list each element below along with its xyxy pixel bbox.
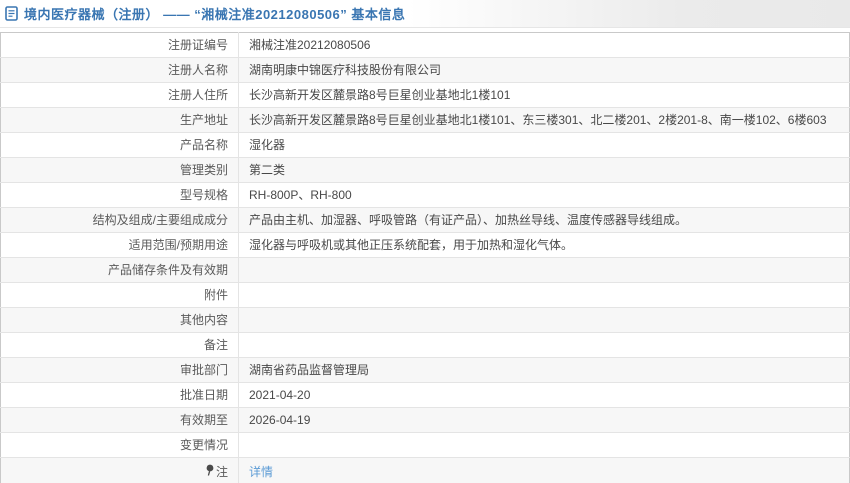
table-row: 注册人住所 长沙高新开发区麓景路8号巨星创业基地北1楼101 <box>0 82 850 108</box>
row-value <box>239 308 850 333</box>
table-row: 有效期至 2026-04-19 <box>0 407 850 433</box>
row-label: 有效期至 <box>0 407 239 433</box>
row-label: 生产地址 <box>0 107 239 133</box>
row-value: 详情 <box>239 458 850 483</box>
row-label: 其他内容 <box>0 307 239 333</box>
row-label: 变更情况 <box>0 432 239 458</box>
row-label: 产品名称 <box>0 132 239 158</box>
pin-icon <box>205 464 214 479</box>
row-value <box>239 258 850 283</box>
row-label: 产品储存条件及有效期 <box>0 257 239 283</box>
row-value: 湿化器 <box>249 138 286 152</box>
table-row: 适用范围/预期用途 湿化器与呼吸机或其他正压系统配套，用于加热和湿化气体。 <box>0 232 850 258</box>
row-value: 2021-04-20 <box>249 388 311 402</box>
row-value: 长沙高新开发区麓景路8号巨星创业基地北1楼101、东三楼301、北二楼201、2… <box>249 113 827 127</box>
row-label: 备注 <box>0 332 239 358</box>
row-label: 注 <box>0 457 239 483</box>
document-icon <box>5 6 19 21</box>
row-value: 第二类 <box>249 163 286 177</box>
table-row: 其他内容 <box>0 307 850 333</box>
table-row: 注册人名称 湖南明康中锦医疗科技股份有限公司 <box>0 57 850 83</box>
registration-info-page: 境内医疗器械（注册） —— “湘械注准20212080506” 基本信息 注册证… <box>0 0 850 483</box>
page-header: 境内医疗器械（注册） —— “湘械注准20212080506” 基本信息 <box>0 0 850 28</box>
row-label: 注册人名称 <box>0 57 239 83</box>
row-value <box>239 283 850 308</box>
table-row: 结构及组成/主要组成成分 产品由主机、加湿器、呼吸管路（有证产品）、加热丝导线、… <box>0 207 850 233</box>
row-value: 2026-04-19 <box>249 413 311 427</box>
table-row: 产品储存条件及有效期 <box>0 257 850 283</box>
table-row: 产品名称 湿化器 <box>0 132 850 158</box>
row-label: 注册人住所 <box>0 82 239 108</box>
row-value: 产品由主机、加湿器、呼吸管路（有证产品）、加热丝导线、温度传感器导线组成。 <box>249 213 688 227</box>
page-title: 境内医疗器械（注册） —— “湘械注准20212080506” 基本信息 <box>24 7 406 22</box>
table-row: 生产地址 长沙高新开发区麓景路8号巨星创业基地北1楼101、东三楼301、北二楼… <box>0 107 850 133</box>
row-label: 审批部门 <box>0 357 239 383</box>
row-label: 注册证编号 <box>0 32 239 58</box>
row-label: 管理类别 <box>0 157 239 183</box>
row-value <box>239 433 850 458</box>
table-row: 注册证编号 湘械注准20212080506 <box>0 32 850 58</box>
table-row-note: 注 详情 <box>0 457 850 483</box>
table-row: 变更情况 <box>0 432 850 458</box>
row-label: 附件 <box>0 282 239 308</box>
row-label: 批准日期 <box>0 382 239 408</box>
row-value: 湘械注准20212080506 <box>249 38 371 52</box>
table-row: 型号规格 RH-800P、RH-800 <box>0 182 850 208</box>
row-value: RH-800P、RH-800 <box>249 188 352 202</box>
row-value: 湖南省药品监督管理局 <box>249 363 370 377</box>
table-row: 管理类别 第二类 <box>0 157 850 183</box>
row-label: 适用范围/预期用途 <box>0 232 239 258</box>
row-value <box>239 333 850 358</box>
row-value: 湖南明康中锦医疗科技股份有限公司 <box>249 63 442 77</box>
row-label: 结构及组成/主要组成成分 <box>0 207 239 233</box>
details-link[interactable]: 详情 <box>249 465 273 479</box>
row-value: 湿化器与呼吸机或其他正压系统配套，用于加热和湿化气体。 <box>249 238 574 252</box>
table-row: 附件 <box>0 282 850 308</box>
table-row: 审批部门 湖南省药品监督管理局 <box>0 357 850 383</box>
table-row: 备注 <box>0 332 850 358</box>
table-row: 批准日期 2021-04-20 <box>0 382 850 408</box>
row-label: 型号规格 <box>0 182 239 208</box>
registration-info-table: 注册证编号 湘械注准20212080506 注册人名称 湖南明康中锦医疗科技股份… <box>0 32 850 483</box>
row-value: 长沙高新开发区麓景路8号巨星创业基地北1楼101 <box>249 88 511 102</box>
note-label-text: 注 <box>215 464 228 479</box>
